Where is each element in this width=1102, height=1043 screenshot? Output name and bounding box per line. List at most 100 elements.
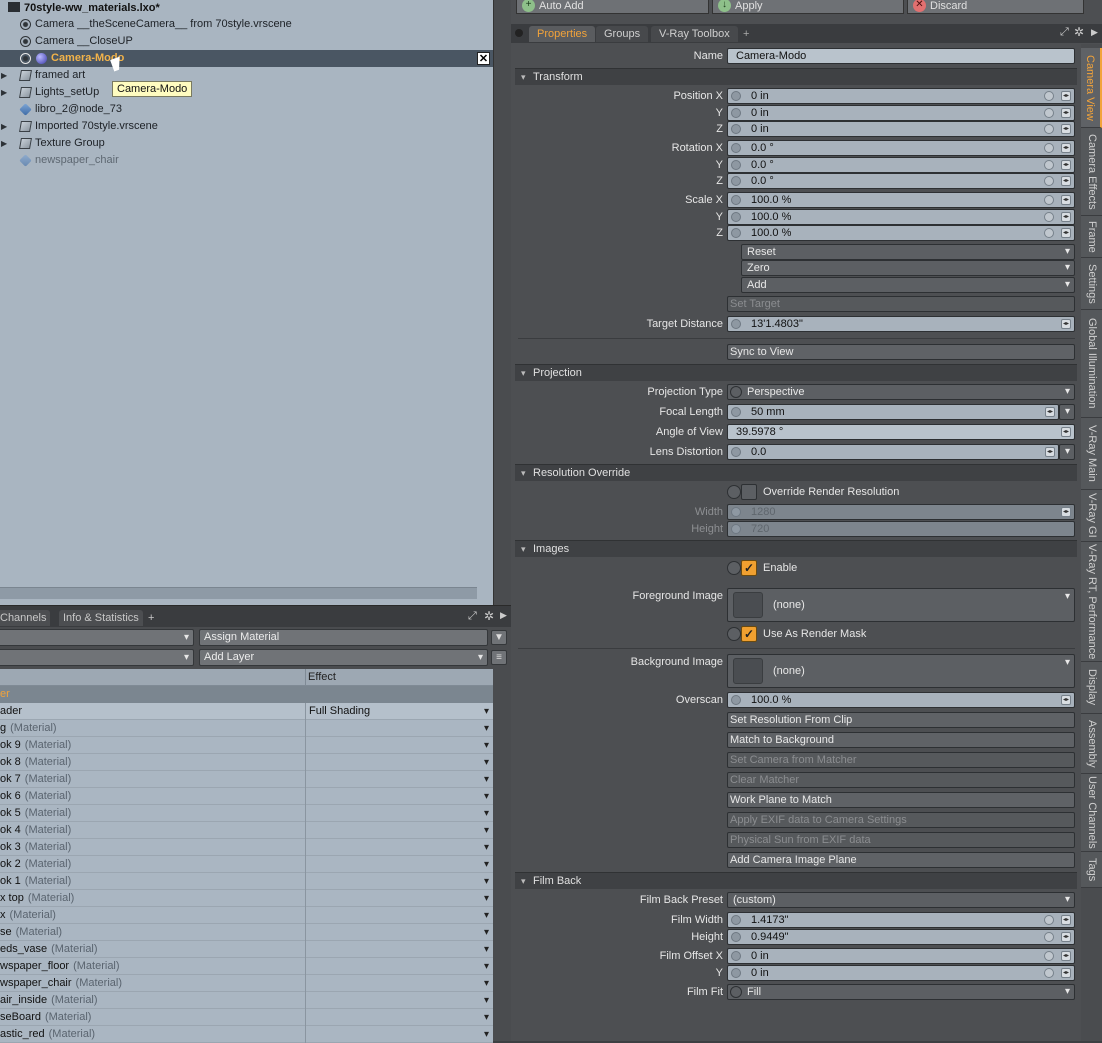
- zero-dropdown[interactable]: Zero: [741, 260, 1075, 276]
- stepper-icon[interactable]: ◂▸: [1045, 447, 1055, 457]
- shader-tree-row[interactable]: wspaper_floor (Material): [0, 958, 493, 975]
- visibility-sphere-icon[interactable]: [36, 53, 47, 64]
- keyframe-dot[interactable]: [731, 143, 741, 153]
- shader-tree-row[interactable]: ok 4 (Material): [0, 822, 493, 839]
- scene-item-texture-group[interactable]: ▶ Texture Group: [0, 135, 493, 152]
- rotation-x-field[interactable]: 0.0 ° ◂▸: [727, 140, 1075, 156]
- gear-icon[interactable]: ✲: [1074, 25, 1084, 39]
- scale-x-field[interactable]: 100.0 % ◂▸: [727, 192, 1075, 208]
- section-film-back[interactable]: Film Back: [515, 872, 1077, 890]
- effect-dropdown[interactable]: [305, 975, 493, 992]
- keyframe-dot[interactable]: [731, 212, 741, 222]
- keyframe-dot[interactable]: [731, 932, 741, 942]
- effect-dropdown[interactable]: [305, 805, 493, 822]
- shader-tree-row[interactable]: ok 6 (Material): [0, 788, 493, 805]
- rotation-y-field[interactable]: 0.0 ° ◂▸: [727, 157, 1075, 173]
- link-icon[interactable]: [1044, 915, 1054, 925]
- vtab-tags[interactable]: Tags: [1081, 852, 1102, 888]
- shader-tree-row[interactable]: eds_vase (Material): [0, 941, 493, 958]
- set-target-button[interactable]: Set Target: [727, 296, 1075, 312]
- stepper-icon[interactable]: ◂▸: [1061, 915, 1071, 925]
- keyframe-dot[interactable]: [731, 968, 741, 978]
- shader-tree-row[interactable]: x (Material): [0, 907, 493, 924]
- tab-info-statistics[interactable]: Info & Statistics: [59, 610, 143, 626]
- shader-tree-row[interactable]: x top (Material): [0, 890, 493, 907]
- keyframe-dot[interactable]: [731, 951, 741, 961]
- scene-item-camera-closeup[interactable]: Camera __CloseUP: [0, 33, 493, 50]
- add-tab-button[interactable]: +: [735, 26, 757, 42]
- scale-y-field[interactable]: 100.0 % ◂▸: [727, 209, 1075, 225]
- stepper-icon[interactable]: ◂▸: [1061, 228, 1071, 238]
- shader-tree-row[interactable]: ader Full Shading: [0, 703, 493, 720]
- height-field[interactable]: 720: [727, 521, 1075, 537]
- section-transform[interactable]: Transform: [515, 68, 1077, 86]
- keyframe-dot[interactable]: [731, 447, 741, 457]
- enable-checkbox[interactable]: ✓: [741, 560, 757, 576]
- keyframe-dot[interactable]: [731, 915, 741, 925]
- effect-dropdown[interactable]: [305, 924, 493, 941]
- keyframe-dot[interactable]: [731, 124, 741, 134]
- link-icon[interactable]: [1044, 108, 1054, 118]
- scene-item-camera-modo[interactable]: Camera-Modo: [0, 50, 493, 67]
- maximize-icon[interactable]: ⤢: [1060, 26, 1069, 39]
- vtab-camera-view[interactable]: Camera View: [1081, 48, 1102, 128]
- keyframe-dot[interactable]: [731, 108, 741, 118]
- render-row[interactable]: er: [0, 686, 493, 703]
- lens-distortion-preset-dropdown[interactable]: [1059, 444, 1075, 460]
- panel-arrow-icon[interactable]: ▶: [500, 610, 507, 621]
- layer-type-dropdown[interactable]: [0, 649, 194, 666]
- link-icon[interactable]: [1044, 176, 1054, 186]
- keyframe-dot[interactable]: [727, 627, 741, 641]
- keyframe-dot[interactable]: [727, 561, 741, 575]
- vertical-scrollbar[interactable]: [493, 669, 511, 1041]
- stepper-icon[interactable]: ◂▸: [1061, 160, 1071, 170]
- set-resolution-from-clip-button[interactable]: Set Resolution From Clip: [727, 712, 1075, 728]
- add-layer-dropdown[interactable]: Add Layer: [199, 649, 488, 666]
- lens-distortion-field[interactable]: 0.0 ◂▸: [727, 444, 1059, 460]
- list-icon[interactable]: ≡: [491, 650, 507, 665]
- keyframe-dot[interactable]: [730, 386, 742, 398]
- rotation-z-field[interactable]: 0.0 ° ◂▸: [727, 173, 1075, 189]
- sync-to-view-button[interactable]: Sync to View: [727, 344, 1075, 360]
- stepper-icon[interactable]: ◂▸: [1061, 319, 1071, 329]
- film-height-field[interactable]: 0.9449" ◂▸: [727, 929, 1075, 945]
- panel-menu-icon[interactable]: [515, 29, 523, 37]
- stepper-icon[interactable]: ◂▸: [1061, 212, 1071, 222]
- add-dropdown[interactable]: Add: [741, 277, 1075, 293]
- shader-tree-row[interactable]: ok 9 (Material): [0, 737, 493, 754]
- effect-dropdown[interactable]: [305, 958, 493, 975]
- shader-tree-row[interactable]: astic_red (Material): [0, 1026, 493, 1043]
- effect-dropdown[interactable]: [305, 856, 493, 873]
- position-y-field[interactable]: 0 in ◂▸: [727, 105, 1075, 121]
- stepper-icon[interactable]: ◂▸: [1061, 176, 1071, 186]
- shader-tree-row[interactable]: ok 8 (Material): [0, 754, 493, 771]
- overscan-field[interactable]: 100.0 % ◂▸: [727, 692, 1075, 708]
- assign-material-field[interactable]: Assign Material: [199, 629, 488, 646]
- scene-item-lights-setup[interactable]: ▶ Lights_setUp: [0, 84, 493, 101]
- shader-tree-row[interactable]: seBoard (Material): [0, 1009, 493, 1026]
- clear-matcher-button[interactable]: Clear Matcher: [727, 772, 1075, 788]
- vtab-global-illumination[interactable]: Global Illumination: [1081, 310, 1102, 418]
- effect-dropdown[interactable]: [305, 1009, 493, 1026]
- angle-of-view-field[interactable]: 39.5978 ° ◂▸: [727, 424, 1075, 440]
- link-icon[interactable]: [1044, 91, 1054, 101]
- keyframe-dot[interactable]: [731, 407, 741, 417]
- effect-dropdown[interactable]: [305, 720, 493, 737]
- discard-button[interactable]: ✕ Discard: [907, 0, 1084, 14]
- keyframe-dot[interactable]: [731, 160, 741, 170]
- apply-exif-button[interactable]: Apply EXIF data to Camera Settings: [727, 812, 1075, 828]
- link-icon[interactable]: [1044, 932, 1054, 942]
- target-distance-field[interactable]: 13'1.4803" ◂▸: [727, 316, 1075, 332]
- override-resolution-checkbox[interactable]: [741, 484, 757, 500]
- scene-item-newspaper-chair[interactable]: newspaper_chair: [0, 152, 493, 169]
- focal-length-field[interactable]: 50 mm ◂▸: [727, 404, 1059, 420]
- stepper-icon[interactable]: ◂▸: [1061, 195, 1071, 205]
- film-offset-y-field[interactable]: 0 in ◂▸: [727, 965, 1075, 981]
- film-offset-x-field[interactable]: 0 in ◂▸: [727, 948, 1075, 964]
- stepper-icon[interactable]: ◂▸: [1061, 968, 1071, 978]
- link-icon[interactable]: [1044, 143, 1054, 153]
- vtab-camera-effects[interactable]: Camera Effects: [1081, 128, 1102, 216]
- stepper-icon[interactable]: ◂▸: [1061, 124, 1071, 134]
- keyframe-dot[interactable]: [731, 195, 741, 205]
- position-x-field[interactable]: 0 in ◂▸: [727, 88, 1075, 104]
